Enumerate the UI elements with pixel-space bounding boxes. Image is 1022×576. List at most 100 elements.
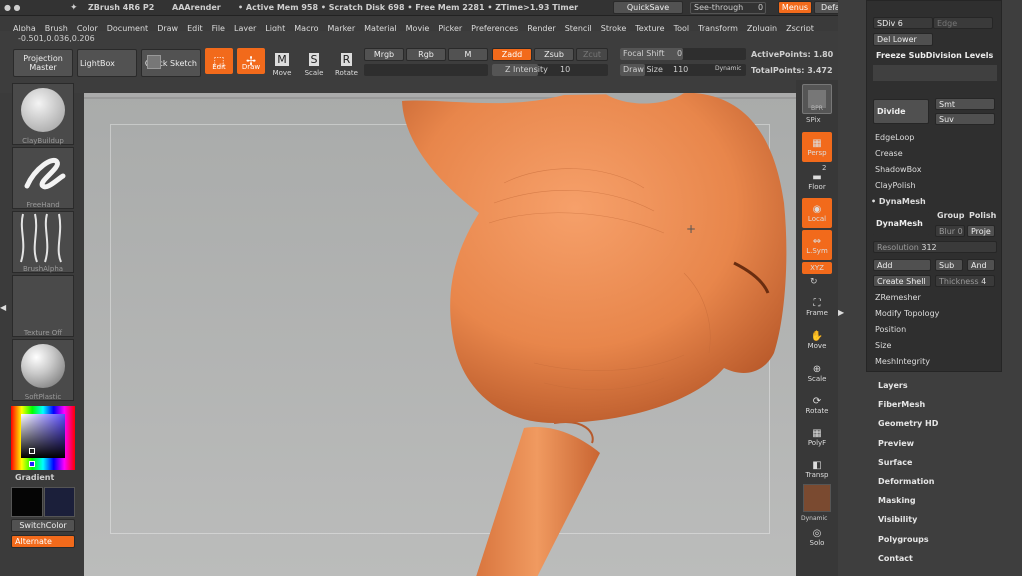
shelf-scale-button[interactable]: ⊕ Scale — [802, 358, 832, 388]
modify-topology-item[interactable]: Modify Topology — [875, 309, 939, 318]
tool-section-deformation[interactable]: Deformation — [878, 477, 934, 486]
dynamic-toggle[interactable]: Dynamic — [715, 65, 741, 72]
transp-button[interactable]: ◧ Transp — [802, 454, 832, 484]
right-tray-toggle-icon[interactable]: ▶ — [838, 308, 844, 317]
zsub-button[interactable]: Zsub — [534, 48, 574, 61]
move-button[interactable]: M Move — [271, 49, 293, 77]
crease-item[interactable]: Crease — [875, 149, 903, 158]
shelf-rotate-button[interactable]: ⟳ Rotate — [802, 390, 832, 420]
title-bar: ● ● ✦ ZBrush 4R6 P2 AAArender • Active M… — [0, 0, 886, 16]
tool-section-surface[interactable]: Surface — [878, 458, 912, 467]
sdiv-slider[interactable]: SDiv 6 — [873, 17, 933, 29]
tool-section-fibermesh[interactable]: FiberMesh — [878, 400, 925, 409]
shelf-move-button[interactable]: ✋ Move — [802, 325, 832, 355]
position-item[interactable]: Position — [875, 325, 906, 334]
rgb-button[interactable]: Rgb — [406, 48, 446, 61]
dynamesh-button[interactable]: DynaMesh — [873, 211, 929, 236]
solo-icon: ◎ — [812, 527, 822, 539]
ghost-button[interactable] — [803, 484, 831, 512]
frame-button[interactable]: ⛶ Frame — [802, 292, 832, 322]
dynamesh-sub-button[interactable]: Sub — [935, 259, 963, 271]
m-button[interactable]: M — [448, 48, 488, 61]
zcut-button[interactable]: Zcut — [576, 48, 608, 61]
local-button[interactable]: ◉ Local — [802, 198, 832, 228]
tool-section-geometry-hd[interactable]: Geometry HD — [878, 419, 938, 428]
brush-alpha-icon — [20, 213, 62, 263]
zremesher-item[interactable]: ZRemesher — [875, 293, 921, 302]
solo-label: Solo — [809, 538, 825, 547]
edgeloop-item[interactable]: EdgeLoop — [875, 133, 914, 142]
resolution-slider[interactable]: Resolution 312 — [873, 241, 997, 253]
edit-button[interactable]: ⬚ Edit — [205, 48, 233, 74]
bpr-button[interactable]: BPR — [802, 84, 832, 114]
scale-button[interactable]: S Scale — [303, 49, 325, 77]
hue-cursor — [29, 461, 35, 467]
edge-slider[interactable]: Edge — [933, 17, 993, 29]
solo-button[interactable]: ◎ Solo — [802, 522, 832, 552]
local-label: Local — [807, 214, 827, 223]
group-toggle[interactable]: Group — [937, 211, 964, 220]
color-picker[interactable] — [11, 406, 75, 470]
menus-button[interactable]: Menus — [778, 1, 812, 14]
tool-section-visibility[interactable]: Visibility — [878, 515, 917, 524]
quicksave-button[interactable]: QuickSave — [613, 1, 683, 14]
lightbox-button[interactable]: LightBox — [77, 49, 137, 77]
alternate-button[interactable]: Alternate — [11, 535, 75, 548]
tool-section-masking[interactable]: Masking — [878, 496, 916, 505]
polish-toggle[interactable]: Polish — [969, 211, 996, 220]
persp-icon: ▦ — [812, 137, 822, 149]
left-tray-toggle-icon[interactable]: ◀ — [0, 303, 8, 333]
spix-label: SPix — [806, 116, 821, 124]
del-lower-button[interactable]: Del Lower — [873, 33, 933, 46]
secondary-color-swatch[interactable] — [44, 487, 75, 517]
tool-section-preview[interactable]: Preview — [878, 439, 914, 448]
smt-toggle[interactable]: Smt — [935, 98, 995, 110]
divide-button[interactable]: Divide — [873, 99, 929, 124]
mrgb-button[interactable]: Mrgb — [364, 48, 404, 61]
resolution-label: Resolution — [877, 242, 919, 252]
app-menu-icon[interactable]: ● ● — [4, 3, 21, 12]
see-through-slider[interactable] — [690, 2, 766, 14]
freeze-subdivision-button[interactable]: Freeze SubDivision Levels — [873, 49, 997, 62]
tool-section-polygroups[interactable]: Polygroups — [878, 535, 929, 544]
persp-button[interactable]: ▦ Persp — [802, 132, 832, 162]
canvas-viewport[interactable]: + — [84, 93, 796, 576]
blur-slider[interactable]: Blur 0 — [935, 225, 965, 237]
rotate-button[interactable]: R Rotate — [335, 49, 358, 77]
stroke-thumbnail[interactable]: FreeHand — [12, 147, 74, 209]
dynamesh-section-header[interactable]: • DynaMesh — [871, 197, 926, 206]
color-sv-square[interactable] — [21, 414, 65, 458]
edit-label: Edit — [212, 63, 226, 71]
claypolish-item[interactable]: ClayPolish — [875, 181, 916, 190]
material-thumbnail[interactable]: SoftPlastic — [12, 339, 74, 401]
quick-sketch-button[interactable]: Quick Sketch — [141, 49, 201, 77]
projection-master-button[interactable]: Projection Master — [13, 49, 73, 77]
floor-button[interactable]: ▬ Floor — [802, 166, 832, 196]
rgb-intensity-slider[interactable] — [364, 64, 488, 76]
zoom-icon: ⊕ — [812, 363, 822, 375]
texture-thumbnail[interactable]: Texture Off — [12, 275, 74, 337]
rotation-axis-icon[interactable]: ↻ — [810, 277, 818, 287]
suv-toggle[interactable]: Suv — [935, 113, 995, 125]
polyf-button[interactable]: ▦ PolyF — [802, 422, 832, 452]
switch-color-button[interactable]: SwitchColor — [11, 519, 75, 532]
tool-section-contact[interactable]: Contact — [878, 554, 913, 563]
shadowbox-item[interactable]: ShadowBox — [875, 165, 921, 174]
size-item[interactable]: Size — [875, 341, 891, 350]
main-color-swatch[interactable] — [11, 487, 43, 517]
draw-button[interactable]: ✢ Draw — [237, 48, 265, 74]
alpha-thumbnail[interactable]: BrushAlpha — [12, 211, 74, 273]
alpha-name: BrushAlpha — [22, 265, 64, 273]
lsym-button[interactable]: ⇔ L.Sym — [802, 230, 832, 260]
project-toggle[interactable]: Proje — [967, 225, 995, 237]
sculpt-model[interactable] — [84, 93, 796, 576]
create-shell-button[interactable]: Create Shell — [873, 275, 931, 287]
tool-section-layers[interactable]: Layers — [878, 381, 908, 390]
zadd-button[interactable]: Zadd — [492, 48, 532, 61]
meshintegrity-item[interactable]: MeshIntegrity — [875, 357, 930, 366]
brush-thumbnail[interactable]: ClayBuildup — [12, 83, 74, 145]
xyz-button[interactable]: XYZ — [802, 262, 832, 274]
thickness-slider[interactable]: Thickness 4 — [935, 275, 995, 287]
dynamesh-add-button[interactable]: Add — [873, 259, 931, 271]
dynamesh-and-button[interactable]: And — [967, 259, 995, 271]
